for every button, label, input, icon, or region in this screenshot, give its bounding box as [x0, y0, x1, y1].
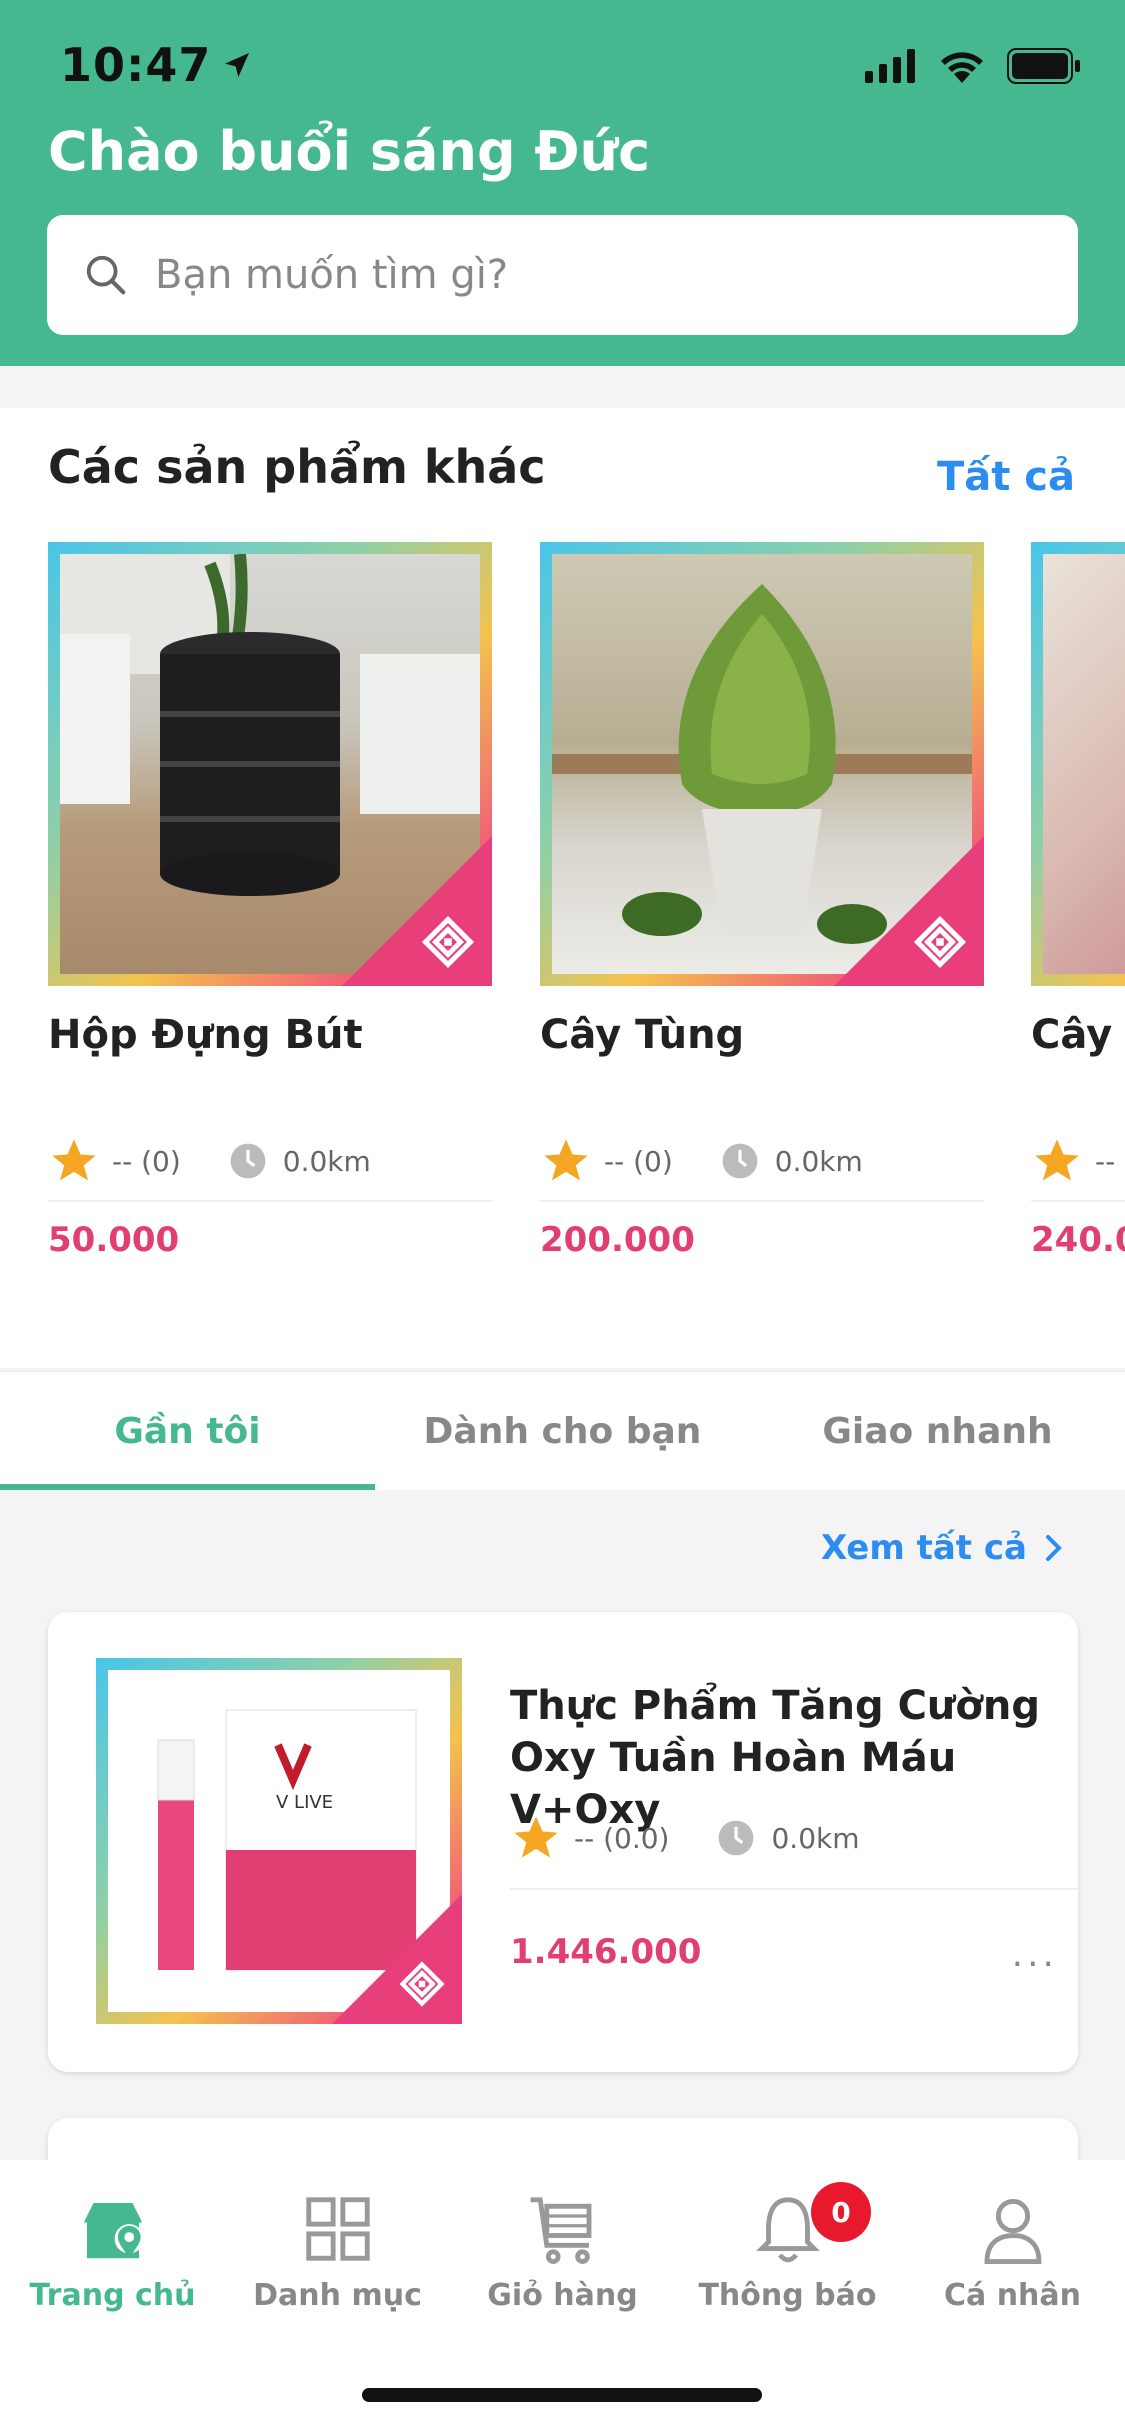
signal-icon — [865, 49, 915, 83]
battery-icon — [1007, 48, 1080, 84]
status-bar: 10:47 — [0, 0, 1125, 130]
nav-home[interactable]: Trang chủ — [0, 2190, 225, 2313]
location-arrow-icon — [225, 53, 250, 77]
rating-text: -- (0) — [604, 1144, 673, 1178]
cart-icon — [530, 2197, 591, 2264]
product-name: Cây Tùng — [540, 1012, 745, 1058]
user-icon — [984, 2198, 1041, 2264]
more-options-button[interactable]: ... — [1012, 1934, 1058, 1975]
product-card[interactable]: Hộp Đựng Bút -- (0) 0.0km 50.000 — [48, 542, 492, 1260]
search-input[interactable] — [155, 252, 1055, 298]
nav-categories-label: Danh mục — [253, 2278, 422, 2313]
product-price: 240.0 — [1031, 1220, 1125, 1260]
header: 10:47 Chào buổi sáng Đức — [0, 0, 1125, 366]
product-image — [1043, 554, 1125, 974]
product-image-frame — [540, 542, 984, 986]
tab-for-you[interactable]: Dành cho bạn — [375, 1372, 750, 1490]
distance-text: 0.0km — [771, 1821, 860, 1855]
product-meta: -- (0) 0.0km — [48, 1122, 492, 1202]
product-image-frame: V LIVE — [96, 1658, 462, 2024]
time-text: 10:47 — [60, 38, 212, 92]
search-icon — [86, 255, 126, 295]
divider — [510, 1888, 1078, 1890]
view-all-label: Xem tất cả — [820, 1528, 1027, 1568]
nearby-product-card[interactable]: V LIVE Thực Phẩm Tăng Cường Oxy Tuần Hoà… — [48, 1612, 1078, 2072]
product-name: Cây — [1031, 1012, 1113, 1058]
greeting-title: Chào buổi sáng Đức — [48, 120, 651, 183]
nav-cart-label: Giỏ hàng — [487, 2278, 638, 2313]
brand-pattern-icon — [421, 915, 475, 969]
chevron-right-icon — [1046, 1535, 1062, 1561]
brand-pattern-icon — [399, 1961, 445, 2007]
product-image-frame — [1031, 542, 1125, 986]
tab-bar: Gần tôi Dành cho bạn Giao nhanh — [0, 1370, 1125, 1490]
see-all-link[interactable]: Tất cả — [937, 454, 1075, 500]
rating-text: -- (0) — [112, 1144, 181, 1178]
clock-icon — [230, 1143, 266, 1179]
product-card[interactable]: Cây Tùng -- (0) 0.0km 200.000 — [540, 542, 984, 1260]
product-meta: -- — [1031, 1122, 1125, 1202]
product-meta: -- (0) 0.0km — [540, 1122, 984, 1202]
product-meta: -- (0.0) 0.0km — [510, 1812, 860, 1864]
brand-pattern-icon — [913, 915, 967, 969]
product-price: 200.000 — [540, 1220, 695, 1260]
home-indicator[interactable] — [362, 2388, 762, 2402]
distance-text: 0.0km — [282, 1144, 371, 1178]
tab-fast-delivery[interactable]: Giao nhanh — [750, 1372, 1125, 1490]
product-name: Hộp Đựng Bút — [48, 1012, 363, 1058]
view-all-link[interactable]: Xem tất cả — [821, 1528, 1065, 1568]
grid-icon — [305, 2197, 370, 2261]
rating-text: -- — [1095, 1144, 1116, 1178]
product-price: 1.446.000 — [510, 1932, 702, 1972]
product-image-frame — [48, 542, 492, 986]
status-icons — [865, 48, 1081, 84]
star-icon — [52, 1139, 96, 1181]
notification-count-badge: 0 — [811, 2182, 871, 2242]
nav-notifications-label: Thông báo — [698, 2278, 877, 2313]
nav-cart[interactable]: Giỏ hàng — [450, 2190, 675, 2313]
clock-icon — [722, 1143, 758, 1179]
search-bar[interactable] — [47, 215, 1078, 335]
nav-notifications[interactable]: 0 Thông báo — [675, 2182, 900, 2313]
nav-profile[interactable]: Cá nhân — [900, 2190, 1125, 2313]
rating-text: -- (0.0) — [574, 1821, 670, 1855]
product-price: 50.000 — [48, 1220, 180, 1260]
tab-near-me[interactable]: Gần tôi — [0, 1372, 375, 1490]
nav-categories[interactable]: Danh mục — [225, 2190, 450, 2313]
clock-icon — [719, 1820, 754, 1856]
star-icon — [544, 1139, 588, 1181]
nav-home-label: Trang chủ — [29, 2278, 196, 2313]
star-icon — [1035, 1139, 1079, 1181]
status-time: 10:47 — [60, 38, 253, 92]
wifi-icon — [941, 52, 983, 83]
box-brand-text: V LIVE — [276, 1792, 334, 1813]
distance-text: 0.0km — [774, 1144, 863, 1178]
nav-profile-label: Cá nhân — [943, 2278, 1082, 2313]
home-icon — [83, 2203, 144, 2259]
star-icon — [514, 1816, 558, 1858]
other-products-section: Các sản phẩm khác Tất cả Hộp Đựng Bút --… — [0, 408, 1125, 1368]
section-title: Các sản phẩm khác — [48, 440, 546, 494]
product-card[interactable]: Cây -- 240.0 — [1031, 542, 1125, 1260]
